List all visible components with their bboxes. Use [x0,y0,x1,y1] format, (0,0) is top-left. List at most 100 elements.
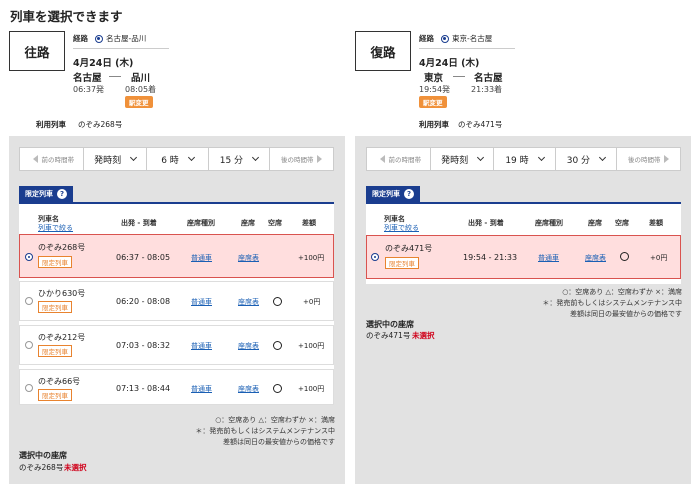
chevron-down-icon [252,153,260,162]
vacancy-available-icon [273,341,282,350]
seat-type-link[interactable]: 普通車 [191,341,212,351]
next-label: 後の時間帯 [628,156,661,164]
price-diff: +0円 [650,254,668,262]
col-header-diff: 差額 [649,219,663,227]
limited-train-tag: 限定列車 [385,257,419,269]
note-price: 差額は同日の最安値からの価格です [223,438,335,446]
note-maintenance: ＊：発売前もしくはシステムメンテナンス中 [542,299,682,307]
inbound-minute-select[interactable]: 30 分 [556,153,615,166]
row-radio[interactable] [25,297,33,305]
inbound-arrive-time: 21:33着 [471,85,503,94]
col-header-diff: 差額 [302,219,316,227]
price-diff: +100円 [298,342,325,350]
outbound-from-station: 名古屋 [73,73,102,84]
seat-type-link[interactable]: 普通車 [191,384,212,394]
help-icon[interactable]: ? [404,189,414,199]
page-title: 列車を選択できます [10,9,123,24]
filter-by-train-link[interactable]: 列車で絞る [384,223,419,233]
help-icon[interactable]: ? [57,189,67,199]
selected-seat-status: 未選択 [64,463,87,472]
outbound-station-change-badge[interactable]: 駅変更 [125,96,153,108]
limited-train-tag: 限定列車 [38,301,72,313]
inbound-train-label: 利用列車 [419,120,449,129]
train-name: のぞみ268号 [38,243,86,252]
selected-seat-train: のぞみ268号 [19,463,64,472]
col-header-seat-type: 座席種別 [535,219,563,227]
outbound-mode-select[interactable]: 発時刻 [84,153,145,166]
row-radio[interactable] [25,253,33,261]
inbound-route-label: 経路 [419,34,434,43]
price-diff: +0円 [303,298,321,306]
outbound-train-label: 利用列車 [36,120,66,129]
seat-map-link[interactable]: 座席表 [238,384,259,394]
seat-map-link[interactable]: 座席表 [238,297,259,307]
arrow-right-icon [663,155,669,163]
col-header-seat-type: 座席種別 [187,219,215,227]
minute-label: 15 分 [219,155,244,166]
inbound-tab-limited[interactable]: 限定列車 ? [366,186,420,202]
selected-seat-train: のぞみ471号 [366,331,411,340]
col-header-times: 出発 - 到着 [121,219,157,227]
inbound-mode-select[interactable]: 発時刻 [431,153,492,166]
vacancy-legend: ○：空席あり △：空席わずか ×：満席 [562,288,682,296]
outbound-route-label: 経路 [73,34,88,43]
minute-label: 30 分 [566,155,591,166]
outbound-train-name: のぞみ268号 [78,120,123,129]
inbound-depart-time: 19:54発 [419,85,451,94]
selected-seat-title: 選択中の座席 [19,451,67,460]
inbound-route-option[interactable]: 東京-名古屋 [441,33,492,44]
train-name: ひかり630号 [38,289,86,298]
inbound-to-station: 名古屋 [474,73,503,84]
departure-arrival: 07:03 - 08:32 [116,341,171,350]
seat-map-link[interactable]: 座席表 [585,253,606,263]
outbound-divider [73,48,169,49]
note-price: 差額は同日の最安値からの価格です [570,310,682,318]
mode-label: 発時刻 [441,155,469,166]
seat-map-link[interactable]: 座席表 [238,253,259,263]
col-header-times: 出発 - 到着 [468,219,504,227]
row-radio[interactable] [25,384,33,392]
seat-type-link[interactable]: 普通車 [191,253,212,263]
row-radio[interactable] [371,253,379,261]
row-radio[interactable] [25,341,33,349]
inbound-hour-select[interactable]: 19 時 [494,153,555,166]
col-header-vacancy: 空席 [615,219,629,227]
inbound-next-time-button[interactable]: 後の時間帯 [617,154,680,164]
vacancy-available-icon [273,384,282,393]
outbound-prev-time-button[interactable]: 前の時間帯 [20,154,83,164]
seat-map-link[interactable]: 座席表 [238,341,259,351]
route-dash [453,76,465,77]
note-maintenance: ＊：発売前もしくはシステムメンテナンス中 [195,427,335,435]
col-header-seat: 座席 [241,219,255,227]
prev-label: 前の時間帯 [41,156,74,164]
chevron-down-icon [130,153,138,162]
inbound-station-change-badge[interactable]: 駅変更 [419,96,447,108]
outbound-time-nav: 前の時間帯 発時刻 6 時 15 分 後の時間帯 [19,147,334,171]
seat-type-link[interactable]: 普通車 [191,297,212,307]
chevron-down-icon [599,153,607,162]
arrow-left-icon [33,155,39,163]
train-name: のぞみ66号 [38,377,81,386]
outbound-minute-select[interactable]: 15 分 [209,153,268,166]
seat-type-link[interactable]: 普通車 [538,253,559,263]
mode-label: 発時刻 [94,155,122,166]
departure-arrival: 06:37 - 08:05 [116,253,171,262]
train-name: のぞみ471号 [385,244,433,253]
limited-train-tag: 限定列車 [38,345,72,357]
filter-by-train-link[interactable]: 列車で絞る [38,223,73,233]
outbound-to-station: 品川 [131,73,151,84]
outbound-next-time-button[interactable]: 後の時間帯 [270,154,333,164]
outbound-route-option[interactable]: 名古屋-品川 [95,33,146,44]
limited-train-tag: 限定列車 [38,256,72,268]
tab-label: 限定列車 [25,190,53,198]
train-name: のぞみ212号 [38,333,86,342]
outbound-tab-limited[interactable]: 限定列車 ? [19,186,73,202]
inbound-divider [419,48,515,49]
outbound-hour-select[interactable]: 6 時 [147,153,208,166]
departure-arrival: 19:54 - 21:33 [463,253,518,262]
inbound-prev-time-button[interactable]: 前の時間帯 [367,154,430,164]
chevron-down-icon [477,153,485,162]
inbound-date: 4月24日 (木) [419,58,480,69]
radio-selected-icon [441,34,449,43]
outbound-arrive-time: 08:05着 [125,85,157,94]
